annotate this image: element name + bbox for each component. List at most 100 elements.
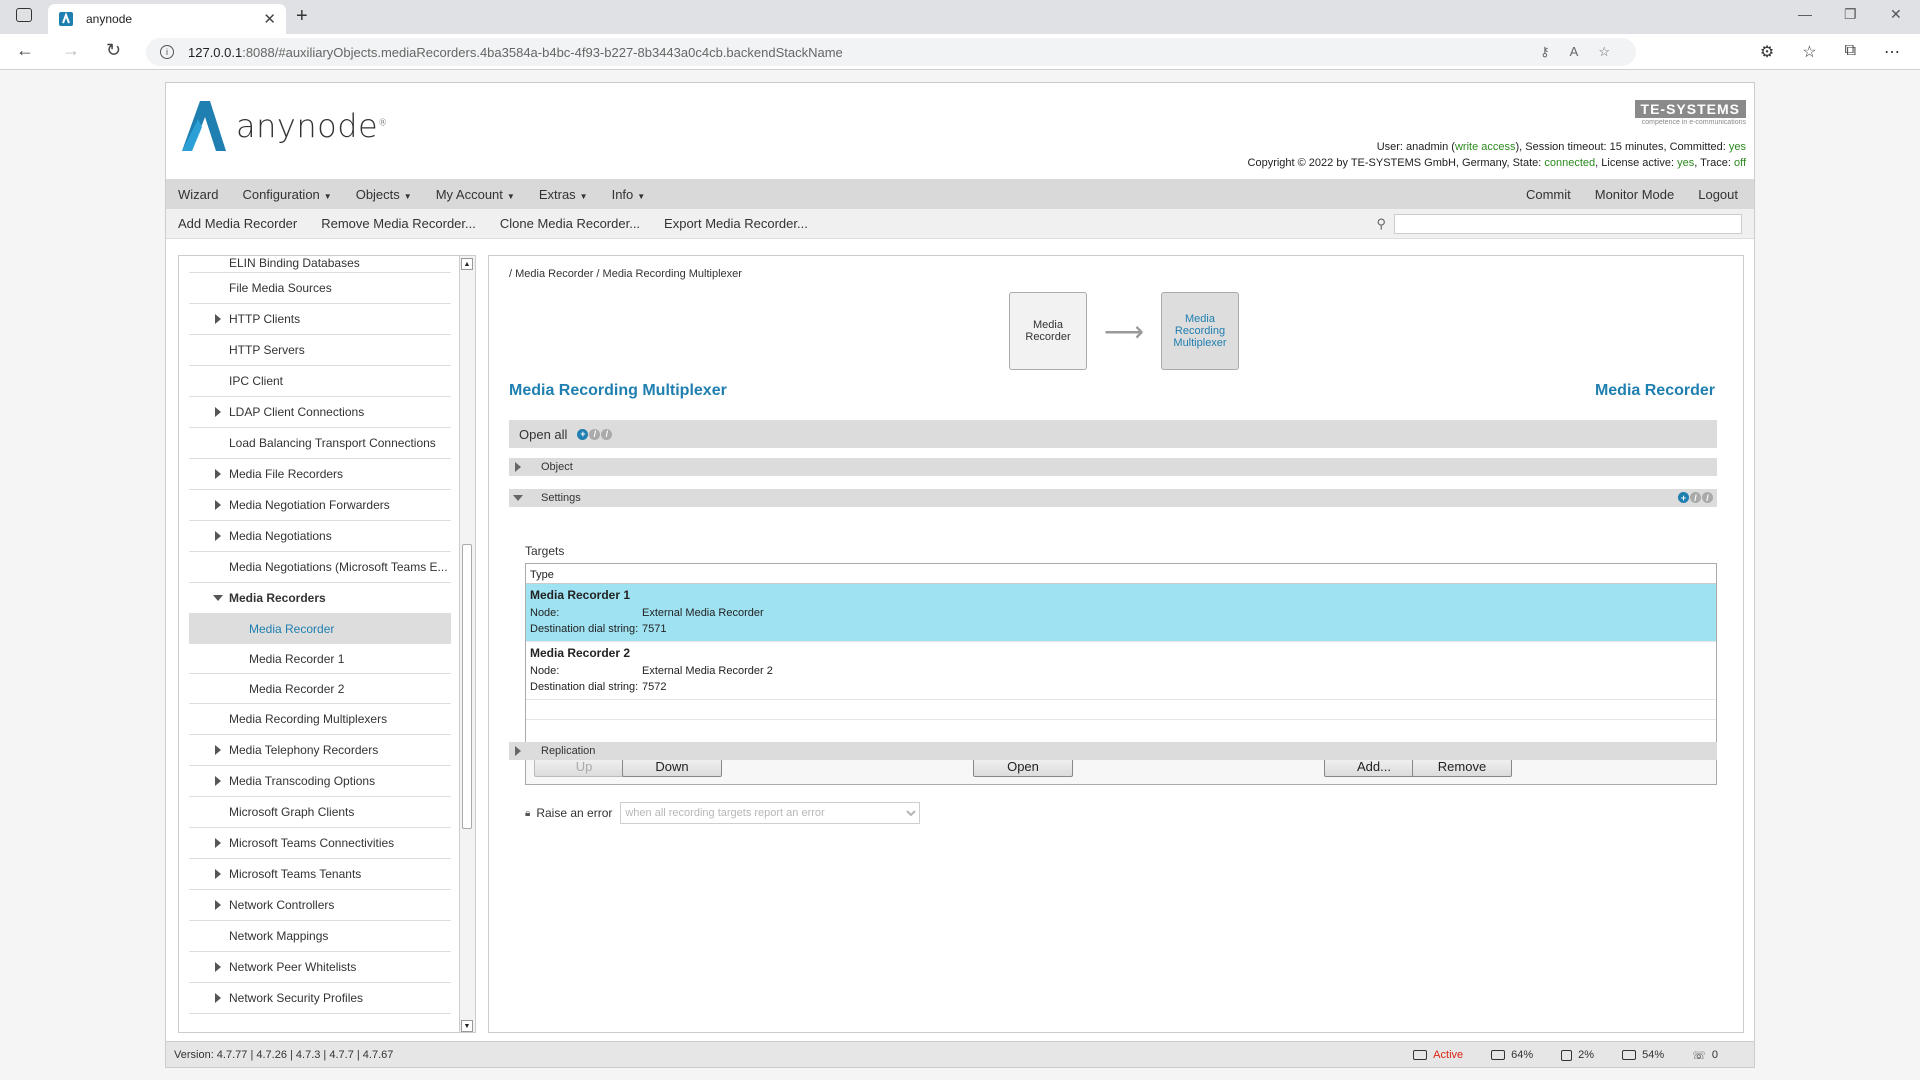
sidebar-item-load-balancing[interactable]: Load Balancing Transport Connections xyxy=(189,428,451,459)
clone-media-recorder-button[interactable]: Clone Media Recorder... xyxy=(488,216,652,231)
key-icon[interactable]: ⚷ xyxy=(1540,44,1550,60)
sidebar-scrollbar[interactable]: ▲ ▼ xyxy=(459,256,475,1032)
raise-error-select[interactable]: when all recording targets report an err… xyxy=(620,802,921,824)
expand-icon[interactable] xyxy=(215,776,221,786)
expand-icon[interactable] xyxy=(215,314,221,324)
restore-icon[interactable]: ❐ xyxy=(1844,6,1857,23)
sidebar-item-file-media-sources[interactable]: File Media Sources xyxy=(189,273,451,304)
expand-icon[interactable] xyxy=(215,993,221,1003)
sidebar-item-microsoft-teams-tenants[interactable]: Microsoft Teams Tenants xyxy=(189,859,451,890)
search-input[interactable] xyxy=(1394,214,1742,234)
collapse-icon[interactable]: / xyxy=(589,428,601,440)
table-row[interactable]: Media Recorder 2 Node: External Media Rec… xyxy=(526,642,1716,700)
close-tab-icon[interactable]: ✕ xyxy=(263,10,276,28)
sidebar-item-media-telephony-recorders[interactable]: Media Telephony Recorders xyxy=(189,735,451,766)
sidebar-item-ldap-client-connections[interactable]: LDAP Client Connections xyxy=(189,397,451,428)
expand-icon[interactable] xyxy=(215,469,221,479)
collections-icon[interactable]: ⧉ xyxy=(1845,42,1856,62)
sidebar-item-network-peer-whitelists[interactable]: Network Peer Whitelists xyxy=(189,952,451,983)
reload-icon[interactable]: ↻ xyxy=(106,40,121,61)
forward-icon[interactable]: → xyxy=(62,40,80,61)
tab-actions-icon[interactable] xyxy=(16,8,32,22)
menu-wizard[interactable]: Wizard xyxy=(166,187,230,202)
favorites-icon[interactable]: ☆ xyxy=(1802,42,1816,62)
menu-configuration[interactable]: Configuration ▼ xyxy=(230,187,343,202)
expand-icon[interactable] xyxy=(215,745,221,755)
reset-icon[interactable]: / xyxy=(1702,492,1713,503)
browser-tab[interactable]: anynode ✕ xyxy=(48,4,286,34)
flow-node-media-recording-multiplexer[interactable]: Media Recording Multiplexer xyxy=(1161,292,1239,370)
logout-button[interactable]: Logout xyxy=(1686,187,1750,202)
close-window-icon[interactable]: ✕ xyxy=(1890,6,1902,23)
minimize-icon[interactable]: — xyxy=(1798,6,1812,22)
section-settings[interactable]: Settings + / / xyxy=(509,489,1717,507)
sidebar-item-media-file-recorders[interactable]: Media File Recorders xyxy=(189,459,451,490)
lock-icon[interactable]: 🔒︎ xyxy=(525,808,530,819)
sidebar-item-ipc-client[interactable]: IPC Client xyxy=(189,366,451,397)
more-icon[interactable]: ⋯ xyxy=(1884,42,1900,62)
url-field[interactable]: i 127.0.0.1:8088/#auxiliaryObjects.media… xyxy=(146,38,1636,66)
memory-usage[interactable]: 54% xyxy=(1622,1049,1664,1061)
flow-node-media-recorder[interactable]: Media Recorder xyxy=(1009,292,1087,370)
sidebar-item-http-clients[interactable]: HTTP Clients xyxy=(189,304,451,335)
sidebar-item-network-controllers[interactable]: Network Controllers xyxy=(189,890,451,921)
expand-icon[interactable] xyxy=(215,531,221,541)
collapse-icon[interactable] xyxy=(213,595,223,601)
sidebar-item-media-negotiations[interactable]: Media Negotiations xyxy=(189,521,451,552)
scroll-up-icon[interactable]: ▲ xyxy=(461,258,473,270)
section-replication[interactable]: Replication xyxy=(509,742,1717,760)
expand-all-icon[interactable]: + xyxy=(577,428,589,440)
export-media-recorder-button[interactable]: Export Media Recorder... xyxy=(652,216,820,231)
table-row[interactable]: Media Recorder 1 Node: External Media Rec… xyxy=(526,584,1716,642)
active-calls[interactable]: ☏ 0 xyxy=(1692,1049,1718,1062)
sidebar-item-microsoft-teams-connectivities[interactable]: Microsoft Teams Connectivities xyxy=(189,828,451,859)
monitor-mode-button[interactable]: Monitor Mode xyxy=(1583,187,1686,202)
column-header-type[interactable]: Type xyxy=(526,564,1716,584)
collapse-icon[interactable]: / xyxy=(1690,492,1701,503)
remove-media-recorder-button[interactable]: Remove Media Recorder... xyxy=(309,216,488,231)
sidebar-item-media-transcoding-options[interactable]: Media Transcoding Options xyxy=(189,766,451,797)
sidebar-item-http-servers[interactable]: HTTP Servers xyxy=(189,335,451,366)
sidebar-item-network-mappings[interactable]: Network Mappings xyxy=(189,921,451,952)
expand-icon[interactable] xyxy=(215,407,221,417)
disk-usage[interactable]: 64% xyxy=(1491,1049,1533,1061)
expand-icon[interactable] xyxy=(215,838,221,848)
menu-info[interactable]: Info ▼ xyxy=(600,187,658,202)
scroll-thumb[interactable] xyxy=(462,544,472,829)
add-media-recorder-button[interactable]: Add Media Recorder xyxy=(166,216,309,231)
menu-extras[interactable]: Extras ▼ xyxy=(527,187,600,202)
extensions-icon[interactable]: ⚙ xyxy=(1760,42,1774,62)
expand-icon[interactable] xyxy=(515,462,521,472)
collapse-icon[interactable] xyxy=(513,495,523,501)
sidebar-item-media-recorder-2[interactable]: Media Recorder 2 xyxy=(189,674,451,704)
read-aloud-icon[interactable]: A xyxy=(1570,44,1579,60)
open-all-button[interactable]: Open all xyxy=(519,427,567,442)
expand-icon[interactable] xyxy=(215,900,221,910)
menu-objects[interactable]: Objects ▼ xyxy=(344,187,424,202)
site-info-icon[interactable]: i xyxy=(160,45,174,59)
section-object[interactable]: Object xyxy=(509,458,1717,476)
new-tab-icon[interactable]: + xyxy=(296,5,308,28)
back-icon[interactable]: ← xyxy=(16,40,34,61)
expand-icon[interactable] xyxy=(215,869,221,879)
add-favorite-icon[interactable]: ☆ xyxy=(1598,44,1610,60)
expand-icon[interactable] xyxy=(515,746,521,756)
sidebar-item-microsoft-graph-clients[interactable]: Microsoft Graph Clients xyxy=(189,797,451,828)
status-indicator[interactable]: Active xyxy=(1413,1049,1463,1061)
sidebar-item-media-recording-multiplexers[interactable]: Media Recording Multiplexers xyxy=(189,704,451,735)
expand-icon[interactable] xyxy=(215,500,221,510)
expand-icon[interactable] xyxy=(215,962,221,972)
reset-icon[interactable]: / xyxy=(601,428,613,440)
sidebar-item-elin-binding-databases[interactable]: ELIN Binding Databases xyxy=(189,256,451,273)
menu-my-account[interactable]: My Account ▼ xyxy=(424,187,527,202)
sidebar-item-media-recorder-1[interactable]: Media Recorder 1 xyxy=(189,644,451,674)
sidebar-item-media-recorder[interactable]: Media Recorder xyxy=(189,614,451,644)
scroll-down-icon[interactable]: ▼ xyxy=(461,1020,473,1032)
cpu-usage[interactable]: 2% xyxy=(1561,1049,1594,1061)
commit-button[interactable]: Commit xyxy=(1514,187,1583,202)
sidebar-item-network-security-profiles[interactable]: Network Security Profiles xyxy=(189,983,451,1014)
sidebar-item-media-negotiations-teams[interactable]: Media Negotiations (Microsoft Teams E... xyxy=(189,552,451,583)
sidebar-item-media-recorders[interactable]: Media Recorders xyxy=(189,583,451,614)
sidebar-item-media-negotiation-forwarders[interactable]: Media Negotiation Forwarders xyxy=(189,490,451,521)
expand-all-icon[interactable]: + xyxy=(1678,492,1689,503)
